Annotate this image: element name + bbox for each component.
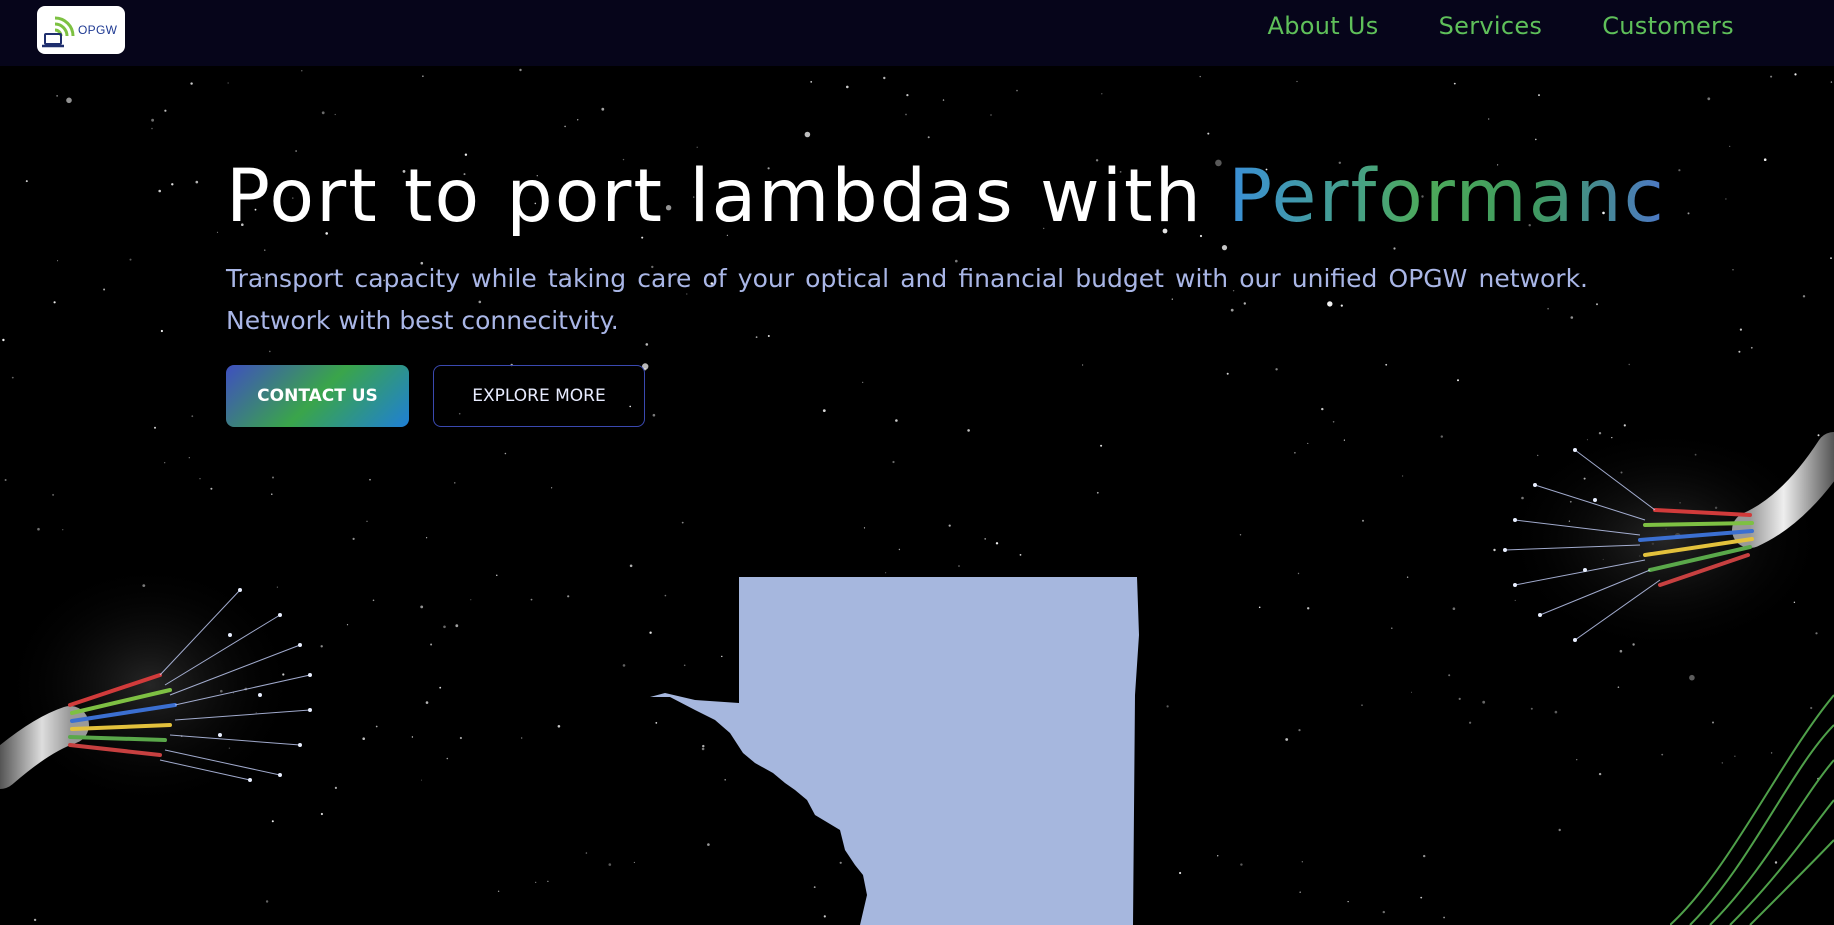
hero-title-main: Port to port lambdas with [226,154,1229,239]
hero-title-highlight: Performanc [1228,154,1666,239]
contact-us-button[interactable]: CONTACT US [226,365,409,427]
fiber-optic-cable-left-icon [0,575,312,810]
top-navbar: OPGW About Us Services Customers [0,0,1834,66]
wifi-laptop-logo-icon [42,16,75,48]
decorative-wave-lines [1670,694,1834,925]
explore-more-button[interactable]: EXPLORE MORE [433,365,645,427]
nav-customers[interactable]: Customers [1602,12,1734,40]
hero-title: Port to port lambdas with Performanc [226,152,1666,242]
site-logo[interactable]: OPGW [37,6,125,54]
state-map-shape [650,577,1139,925]
logo-text: OPGW [78,23,118,37]
hero-subtitle: Transport capacity while taking care of … [226,264,1588,335]
nav-about-us[interactable]: About Us [1268,12,1379,40]
fiber-optic-cable-right-icon [1500,430,1834,655]
main-nav: About Us Services Customers [1268,12,1734,40]
nav-services[interactable]: Services [1439,12,1543,40]
